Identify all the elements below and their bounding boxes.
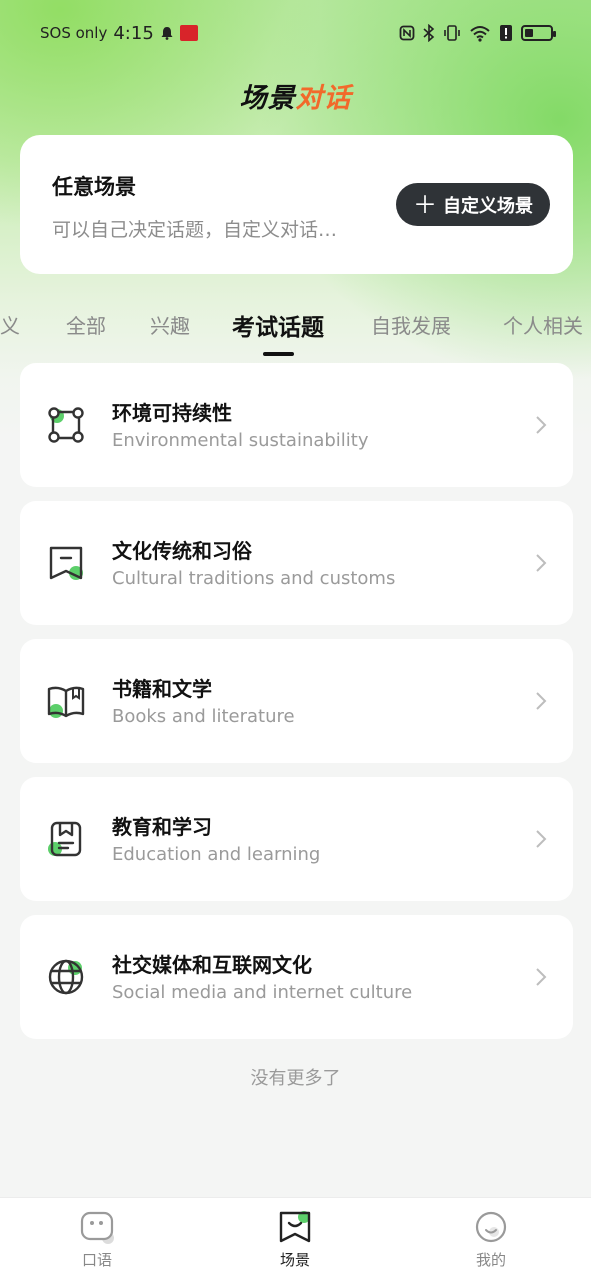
- chat-face-icon: [80, 1211, 114, 1244]
- tab-interests[interactable]: 兴趣: [150, 310, 190, 339]
- wifi-icon: [470, 26, 490, 42]
- tab-exam-topics[interactable]: 考试话题: [232, 308, 324, 342]
- book-icon: [47, 686, 85, 718]
- bookmark-doc-icon: [48, 821, 82, 857]
- tab-self-development[interactable]: 自我发展: [371, 310, 451, 339]
- nfc-icon: [399, 25, 415, 41]
- tab-personal[interactable]: 个人相关: [503, 310, 583, 339]
- logo-text-part1: 场景: [239, 83, 296, 114]
- plus-icon: ＋: [413, 190, 437, 219]
- bell-icon: [161, 27, 173, 40]
- chevron-right-icon: [536, 692, 547, 710]
- nav-label: 口语: [81, 1251, 112, 1269]
- topic-card-education[interactable]: 教育和学习 Education and learning: [20, 777, 573, 901]
- bottom-nav: 口语 场景 我的: [0, 1197, 591, 1280]
- chevron-right-icon: [536, 416, 547, 434]
- topic-title: 教育和学习: [112, 815, 212, 839]
- nav-item-scenes[interactable]: 场景: [255, 1210, 335, 1270]
- chevron-right-icon: [536, 554, 547, 572]
- category-tabs: 义 全部 兴趣 考试话题 自我发展 个人相关: [0, 300, 591, 360]
- carrier-text: SOS only: [40, 24, 108, 42]
- active-tab-indicator: [263, 352, 294, 356]
- any-scene-title: 任意场景: [52, 175, 136, 199]
- list-end-text: 没有更多了: [250, 1068, 341, 1089]
- topic-title: 环境可持续性: [112, 401, 232, 425]
- bluetooth-icon: [423, 24, 435, 42]
- nav-item-speaking[interactable]: 口语: [57, 1210, 137, 1270]
- topic-subtitle: Education and learning: [112, 844, 321, 865]
- nav-label: 场景: [279, 1251, 310, 1269]
- globe-icon: [48, 959, 84, 995]
- app-notification-icon: [179, 25, 198, 41]
- topic-card-culture[interactable]: 文化传统和习俗 Cultural traditions and customs: [20, 501, 573, 625]
- logo-text-part2: 对话: [295, 83, 352, 114]
- status-bar: SOS only 4:15: [0, 0, 591, 66]
- nav-item-profile[interactable]: 我的: [451, 1210, 531, 1270]
- nav-label: 我的: [475, 1251, 506, 1269]
- nodes-icon: [48, 407, 84, 443]
- app-logo: 场景对话: [0, 76, 591, 115]
- topic-title: 书籍和文学: [112, 677, 212, 701]
- custom-scene-button-label: 自定义场景: [443, 195, 533, 217]
- banner-icon: [49, 546, 83, 580]
- topic-subtitle: Books and literature: [112, 706, 295, 727]
- topic-subtitle: Cultural traditions and customs: [112, 568, 396, 589]
- chevron-right-icon: [536, 968, 547, 986]
- topic-card-social-media[interactable]: 社交媒体和互联网文化 Social media and internet cul…: [20, 915, 573, 1039]
- tab-all[interactable]: 全部: [66, 310, 106, 339]
- topic-card-books[interactable]: 书籍和文学 Books and literature: [20, 639, 573, 763]
- vibrate-icon: [444, 25, 460, 41]
- topic-title: 文化传统和习俗: [112, 539, 252, 563]
- topic-card-environment[interactable]: 环境可持续性 Environmental sustainability: [20, 363, 573, 487]
- scene-icon: [279, 1211, 311, 1243]
- topic-subtitle: Social media and internet culture: [112, 982, 413, 1003]
- any-scene-card[interactable]: 任意场景 可以自己决定话题，自定义对话… ＋ 自定义场景: [20, 135, 573, 274]
- topic-title: 社交媒体和互联网文化: [112, 953, 312, 977]
- topic-subtitle: Environmental sustainability: [112, 430, 369, 451]
- tab-partial-custom[interactable]: 义: [0, 310, 20, 339]
- custom-scene-button[interactable]: ＋ 自定义场景: [396, 183, 550, 226]
- alert-icon: [500, 25, 512, 41]
- battery-icon: [521, 25, 556, 41]
- clock-time: 4:15: [113, 22, 154, 44]
- chevron-right-icon: [536, 830, 547, 848]
- any-scene-description: 可以自己决定话题，自定义对话…: [52, 219, 338, 241]
- profile-icon: [475, 1211, 507, 1243]
